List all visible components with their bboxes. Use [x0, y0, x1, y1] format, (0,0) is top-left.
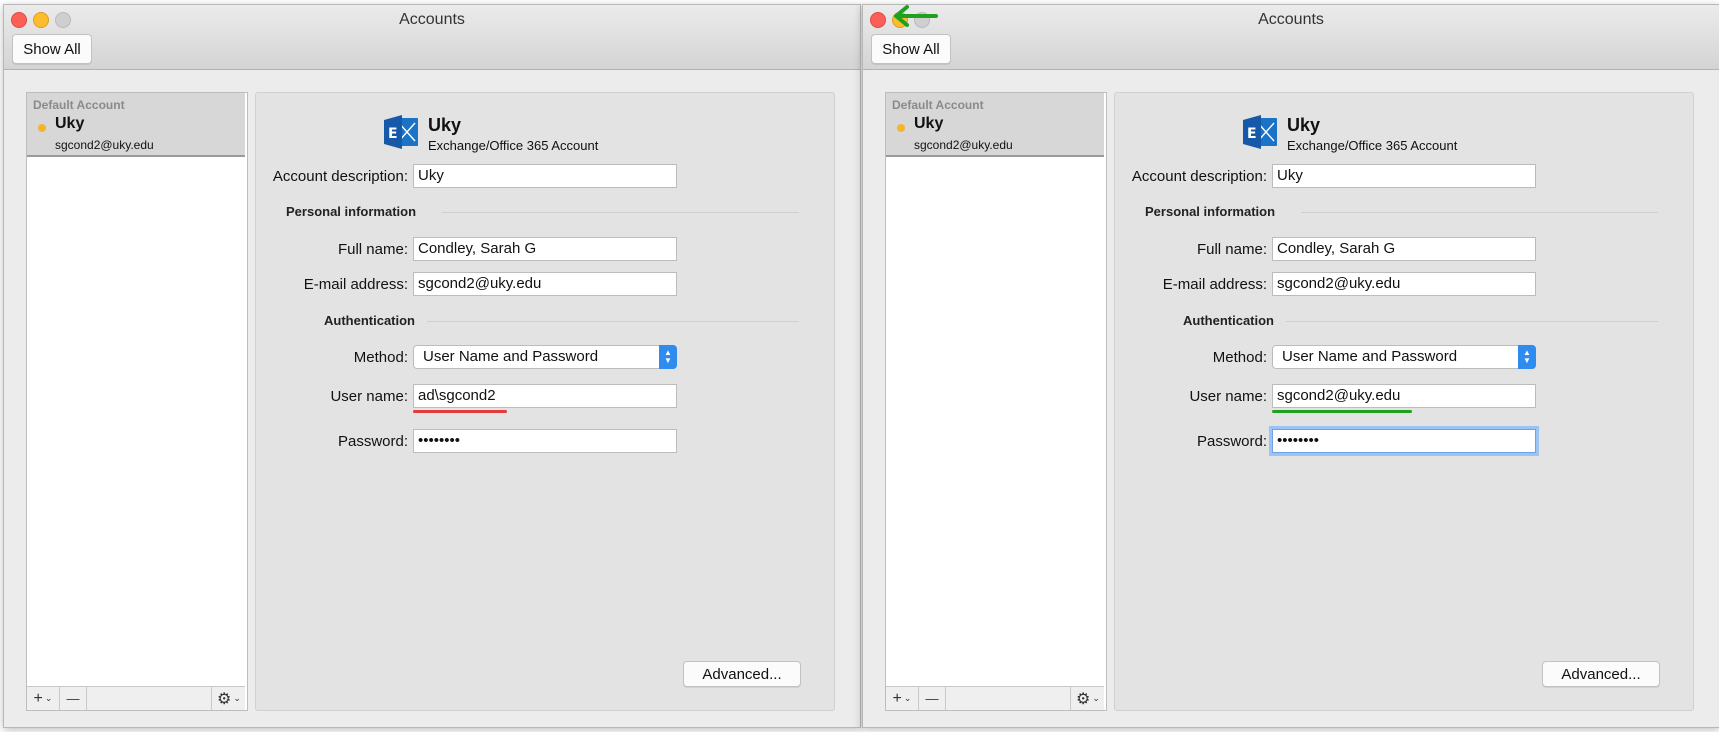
account-title: Uky [428, 115, 462, 135]
window-title: Accounts [399, 11, 465, 28]
full-name-field[interactable]: Condley, Sarah G [1272, 237, 1536, 261]
remove-account-button[interactable]: — [919, 687, 946, 710]
password-field[interactable]: •••••••• [1272, 429, 1536, 453]
user-name-highlight-underline [413, 410, 507, 413]
select-arrows-icon: ▲ ▼ [659, 345, 677, 369]
add-account-button[interactable]: + ⌄ [27, 687, 60, 710]
section-divider [1286, 321, 1658, 322]
select-arrows-icon: ▲ ▼ [1518, 345, 1536, 369]
email-address-label: E-mail address: [1162, 276, 1267, 293]
full-name-label: Full name: [1196, 241, 1267, 258]
method-select[interactable]: User Name and Password ▲ ▼ [413, 345, 677, 369]
account-list-email: sgcond2@uky.edu [55, 138, 154, 152]
account-status-icon [38, 124, 46, 132]
account-list: Default Account Uky sgcond2@uky.edu + ⌄ —… [885, 92, 1107, 711]
advanced-button[interactable]: Advanced... [683, 661, 801, 687]
chevron-down-icon: ⌄ [233, 693, 241, 703]
gear-icon: ⚙ [1076, 690, 1091, 708]
password-label: Password: [1196, 433, 1267, 450]
account-list-toolbar: + ⌄ — ⚙ ⌄ [27, 686, 245, 710]
chevron-down-icon: ⌄ [44, 693, 53, 703]
authentication-heading: Authentication [1183, 313, 1274, 328]
default-account-label: Default Account [33, 98, 125, 112]
accounts-window-after: Accounts Show All Default Account Uky sg… [862, 4, 1719, 728]
full-name-field[interactable]: Condley, Sarah G [413, 237, 677, 261]
section-divider [442, 212, 799, 213]
full-name-label: Full name: [337, 241, 408, 258]
authentication-heading: Authentication [324, 313, 415, 328]
method-select[interactable]: User Name and Password ▲ ▼ [1272, 345, 1536, 369]
account-list-name: Uky [914, 115, 944, 132]
method-label: Method: [353, 349, 408, 366]
password-field[interactable]: •••••••• [413, 429, 677, 453]
account-type: Exchange/Office 365 Account [428, 138, 599, 153]
user-name-field[interactable]: ad\sgcond2 [413, 384, 677, 408]
account-description-field[interactable]: Uky [1272, 164, 1536, 188]
plus-icon: + [892, 689, 902, 707]
section-divider [1301, 212, 1658, 213]
account-detail-panel: E Uky Exchange/Office 365 Account Accoun… [1114, 92, 1694, 711]
user-name-label: User name: [330, 388, 408, 405]
advanced-button[interactable]: Advanced... [1542, 661, 1660, 687]
title-bar: Accounts Show All [863, 5, 1719, 70]
account-status-icon [897, 124, 905, 132]
account-list-item[interactable]: Default Account Uky sgcond2@uky.edu [886, 93, 1104, 157]
account-description-label: Account description: [1131, 168, 1267, 185]
default-account-label: Default Account [892, 98, 984, 112]
account-description-label: Account description: [272, 168, 408, 185]
account-type: Exchange/Office 365 Account [1287, 138, 1458, 153]
chevron-down-icon: ⌄ [1092, 693, 1100, 703]
personal-information-heading: Personal information [1145, 204, 1276, 219]
email-address-label: E-mail address: [303, 276, 408, 293]
chevron-down-icon: ⌄ [903, 693, 912, 703]
account-title: Uky [1287, 115, 1321, 135]
annotation-arrow-icon [894, 5, 938, 27]
user-name-label: User name: [1189, 388, 1267, 405]
account-settings-button[interactable]: ⚙ ⌄ [211, 687, 246, 710]
plus-icon: + [33, 689, 43, 707]
account-settings-button[interactable]: ⚙ ⌄ [1070, 687, 1105, 710]
svg-text:E: E [1247, 126, 1257, 142]
email-address-field[interactable]: sgcond2@uky.edu [413, 272, 677, 296]
email-address-field[interactable]: sgcond2@uky.edu [1272, 272, 1536, 296]
show-all-button[interactable]: Show All [871, 34, 951, 64]
account-list-toolbar: + ⌄ — ⚙ ⌄ [886, 686, 1104, 710]
account-description-field[interactable]: Uky [413, 164, 677, 188]
account-list-name: Uky [55, 115, 85, 132]
title-bar: Accounts Show All [4, 5, 860, 70]
user-name-highlight-underline [1272, 410, 1412, 413]
minus-icon: — [925, 691, 939, 706]
add-account-button[interactable]: + ⌄ [886, 687, 919, 710]
svg-text:E: E [388, 126, 398, 142]
show-all-button[interactable]: Show All [12, 34, 92, 64]
personal-information-heading: Personal information [286, 204, 417, 219]
remove-account-button[interactable]: — [60, 687, 87, 710]
window-title: Accounts [1258, 11, 1324, 28]
account-list-email: sgcond2@uky.edu [914, 138, 1013, 152]
password-label: Password: [337, 433, 408, 450]
accounts-window-before: Accounts Show All Default Account Uky sg… [3, 4, 861, 728]
exchange-icon: E [1243, 115, 1277, 149]
method-select-value: User Name and Password [1282, 348, 1458, 365]
method-label: Method: [1212, 349, 1267, 366]
account-list: Default Account Uky sgcond2@uky.edu + ⌄ —… [26, 92, 248, 711]
exchange-icon: E [384, 115, 418, 149]
account-list-item[interactable]: Default Account Uky sgcond2@uky.edu [27, 93, 245, 157]
gear-icon: ⚙ [217, 690, 232, 708]
user-name-field[interactable]: sgcond2@uky.edu [1272, 384, 1536, 408]
method-select-value: User Name and Password [423, 348, 599, 365]
minus-icon: — [66, 691, 80, 706]
account-detail-panel: E Uky Exchange/Office 365 Account Accoun… [255, 92, 835, 711]
section-divider [427, 321, 799, 322]
